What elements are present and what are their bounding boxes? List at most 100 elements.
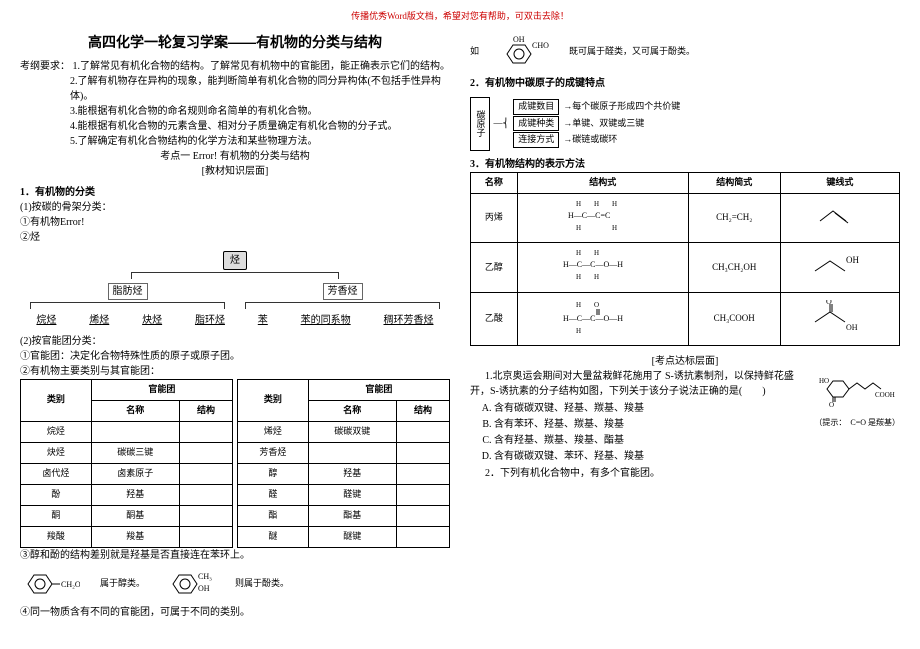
tree-leaf: 炔烃	[142, 313, 162, 328]
cell: 酮基	[91, 505, 179, 526]
func-table-left: 类别 官能团 名称 结构 烷烃 炔烃碳碳三键 卤代烃卤素原子 酚羟基 酮酮基 羧…	[20, 379, 233, 548]
propene-structure-icon: H—C—C=CHHHHH	[517, 193, 688, 243]
page-title: 高四化学一轮复习学案——有机物的分类与结构	[20, 32, 450, 53]
cell: 羟基	[308, 463, 396, 484]
cell: 酯	[238, 505, 309, 526]
cell: 卤代烃	[21, 463, 92, 484]
q1-opt-d: 含有碳碳双键、苯环、羟基、羧基	[494, 449, 900, 464]
th-short: 结构简式	[688, 172, 780, 193]
svg-text:O: O	[829, 401, 834, 409]
svg-text:H: H	[576, 327, 581, 335]
propene-line-icon	[780, 193, 899, 243]
carbon-row-key: 连接方式	[513, 132, 559, 148]
right-column: 如 CHOOH 既可属于醛类，又可属于酚类。 2．有机物中碳原子的成键特点 碳原…	[470, 28, 900, 620]
cresol-icon: CH₃ OH	[165, 569, 215, 599]
cell: 炔烃	[21, 442, 92, 463]
section-1-1: (1)按碳的骨架分类：	[20, 200, 450, 215]
cell: 酯基	[308, 505, 396, 526]
carbon-bond-diagram: 碳原子 —⎨ 成键数目→每个碳原子形成四个共价键 成键种类→单键、双键或三键 连…	[470, 97, 900, 151]
cell: 酮	[21, 505, 92, 526]
cell	[179, 526, 232, 547]
layer-heading: [教材知识层面]	[20, 164, 450, 179]
cell: 羧酸	[21, 526, 92, 547]
cell: 醛键	[308, 484, 396, 505]
cell	[396, 484, 449, 505]
req-item: 3.能根据有机化合物的命名规则命名简单的有机化合物。	[70, 104, 450, 119]
right-top-text: 既可属于醛类，又可属于酚类。	[569, 45, 695, 59]
acetic-structure-icon: H—C—C—O—HHOH	[517, 292, 688, 346]
cell: 醇	[238, 463, 309, 484]
section-1-1a: ①有机物Error!	[20, 215, 450, 230]
q1-hint: （提示： C=O 是羰基）	[814, 417, 900, 429]
cell: 羟基	[91, 484, 179, 505]
section-1-1b: ②烃	[20, 230, 450, 245]
tree-root: 烃	[223, 251, 247, 270]
cell	[179, 463, 232, 484]
th-category: 类别	[21, 379, 92, 421]
svg-text:H: H	[594, 273, 599, 281]
svg-text:OH: OH	[846, 255, 859, 265]
cell-name: 丙烯	[471, 193, 518, 243]
section-1-3: ③醇和酚的结构差别就是羟基是否直接连在苯环上。	[20, 548, 450, 563]
cell: 醚键	[308, 526, 396, 547]
acetic-line-icon: O OH	[780, 292, 899, 346]
phenol-aldehyde-example: 如 CHOOH 既可属于醛类，又可属于酚类。	[470, 34, 900, 70]
cell	[91, 421, 179, 442]
req-item: 2.了解有机物存在异构的现象，能判断简单有机化合物的同分异构体(不包括手性异构体…	[70, 74, 450, 104]
hydroxybenzaldehyde-icon: CHOOH	[499, 34, 549, 70]
svg-text:CH₃: CH₃	[198, 572, 212, 581]
tree-leaf: 烯烃	[89, 313, 109, 328]
svg-text:HO: HO	[819, 377, 829, 385]
header-note: 传播优秀Word版文档，希望对您有帮助，可双击去除！	[20, 10, 900, 24]
th-group: 官能团	[91, 379, 232, 400]
svg-text:H—C—C—O—H: H—C—C—O—H	[563, 314, 623, 323]
svg-text:H—C—C—O—H: H—C—C—O—H	[563, 260, 623, 269]
cell: 芳香烃	[238, 442, 309, 463]
benzyl-alcohol-icon: CH₂OH	[20, 569, 80, 599]
section-1-2: (2)按官能团分类：	[20, 334, 450, 349]
ethanol-line-icon: OH	[780, 243, 899, 293]
tree-node: 脂肪烃	[108, 283, 148, 300]
cell: 卤素原子	[91, 463, 179, 484]
cell: 烯烃	[238, 421, 309, 442]
section-3-title: 3．有机物结构的表示方法	[470, 157, 900, 172]
tree-node: 芳香烃	[323, 283, 363, 300]
cell: 醚	[238, 526, 309, 547]
q1-opt-c: 含有羟基、羰基、羧基、酯基	[494, 433, 900, 448]
svg-text:OH: OH	[846, 323, 858, 332]
cell-short: CH₂=CH₂	[688, 193, 780, 243]
cell-short: CH₃CH₂OH	[688, 243, 780, 293]
tree-leaf: 苯的同系物	[301, 313, 351, 328]
mol-label-b: 则属于酚类。	[235, 577, 289, 591]
hydrocarbon-tree: 烃 脂肪烃 芳香烃 烷烃 烯烃 炔烃 脂环烃 苯 苯的同系物 稠	[20, 251, 450, 328]
cell	[308, 442, 396, 463]
section-1-2a: ①官能团：决定化合物特殊性质的原子或原子团。	[20, 349, 450, 364]
ethanol-structure-icon: H—C—C—O—HHHHH	[517, 243, 688, 293]
svg-text:H: H	[594, 200, 599, 208]
carbon-row-key: 成键种类	[513, 116, 559, 132]
svg-text:H: H	[576, 224, 581, 232]
req-item: 5.了解确定有机化合物结构的化学方法和某些物理方法。	[70, 134, 450, 149]
cell: 碳碳三键	[91, 442, 179, 463]
tree-leaf: 烷烃	[36, 313, 56, 328]
svg-text:CHO: CHO	[532, 41, 549, 50]
svg-text:O: O	[826, 300, 832, 306]
svg-text:H: H	[612, 224, 617, 232]
th-struct: 结构	[179, 400, 232, 421]
svg-text:H: H	[576, 200, 581, 208]
svg-text:H: H	[576, 249, 581, 257]
cell: 醛	[238, 484, 309, 505]
cell-short: CH₃COOH	[688, 292, 780, 346]
tree-leaf: 稠环芳香烃	[383, 313, 433, 328]
tree-leaf: 脂环烃	[195, 313, 225, 328]
th-name: 名称	[308, 400, 396, 421]
cell	[396, 526, 449, 547]
cell	[396, 505, 449, 526]
carbon-row-val: 碳链或碳环	[572, 133, 617, 147]
th-line: 键线式	[780, 172, 899, 193]
svg-text:O: O	[594, 301, 599, 309]
cell: 碳碳双键	[308, 421, 396, 442]
cell	[396, 463, 449, 484]
th-struct: 结构	[396, 400, 449, 421]
svg-text:OH: OH	[198, 584, 210, 593]
